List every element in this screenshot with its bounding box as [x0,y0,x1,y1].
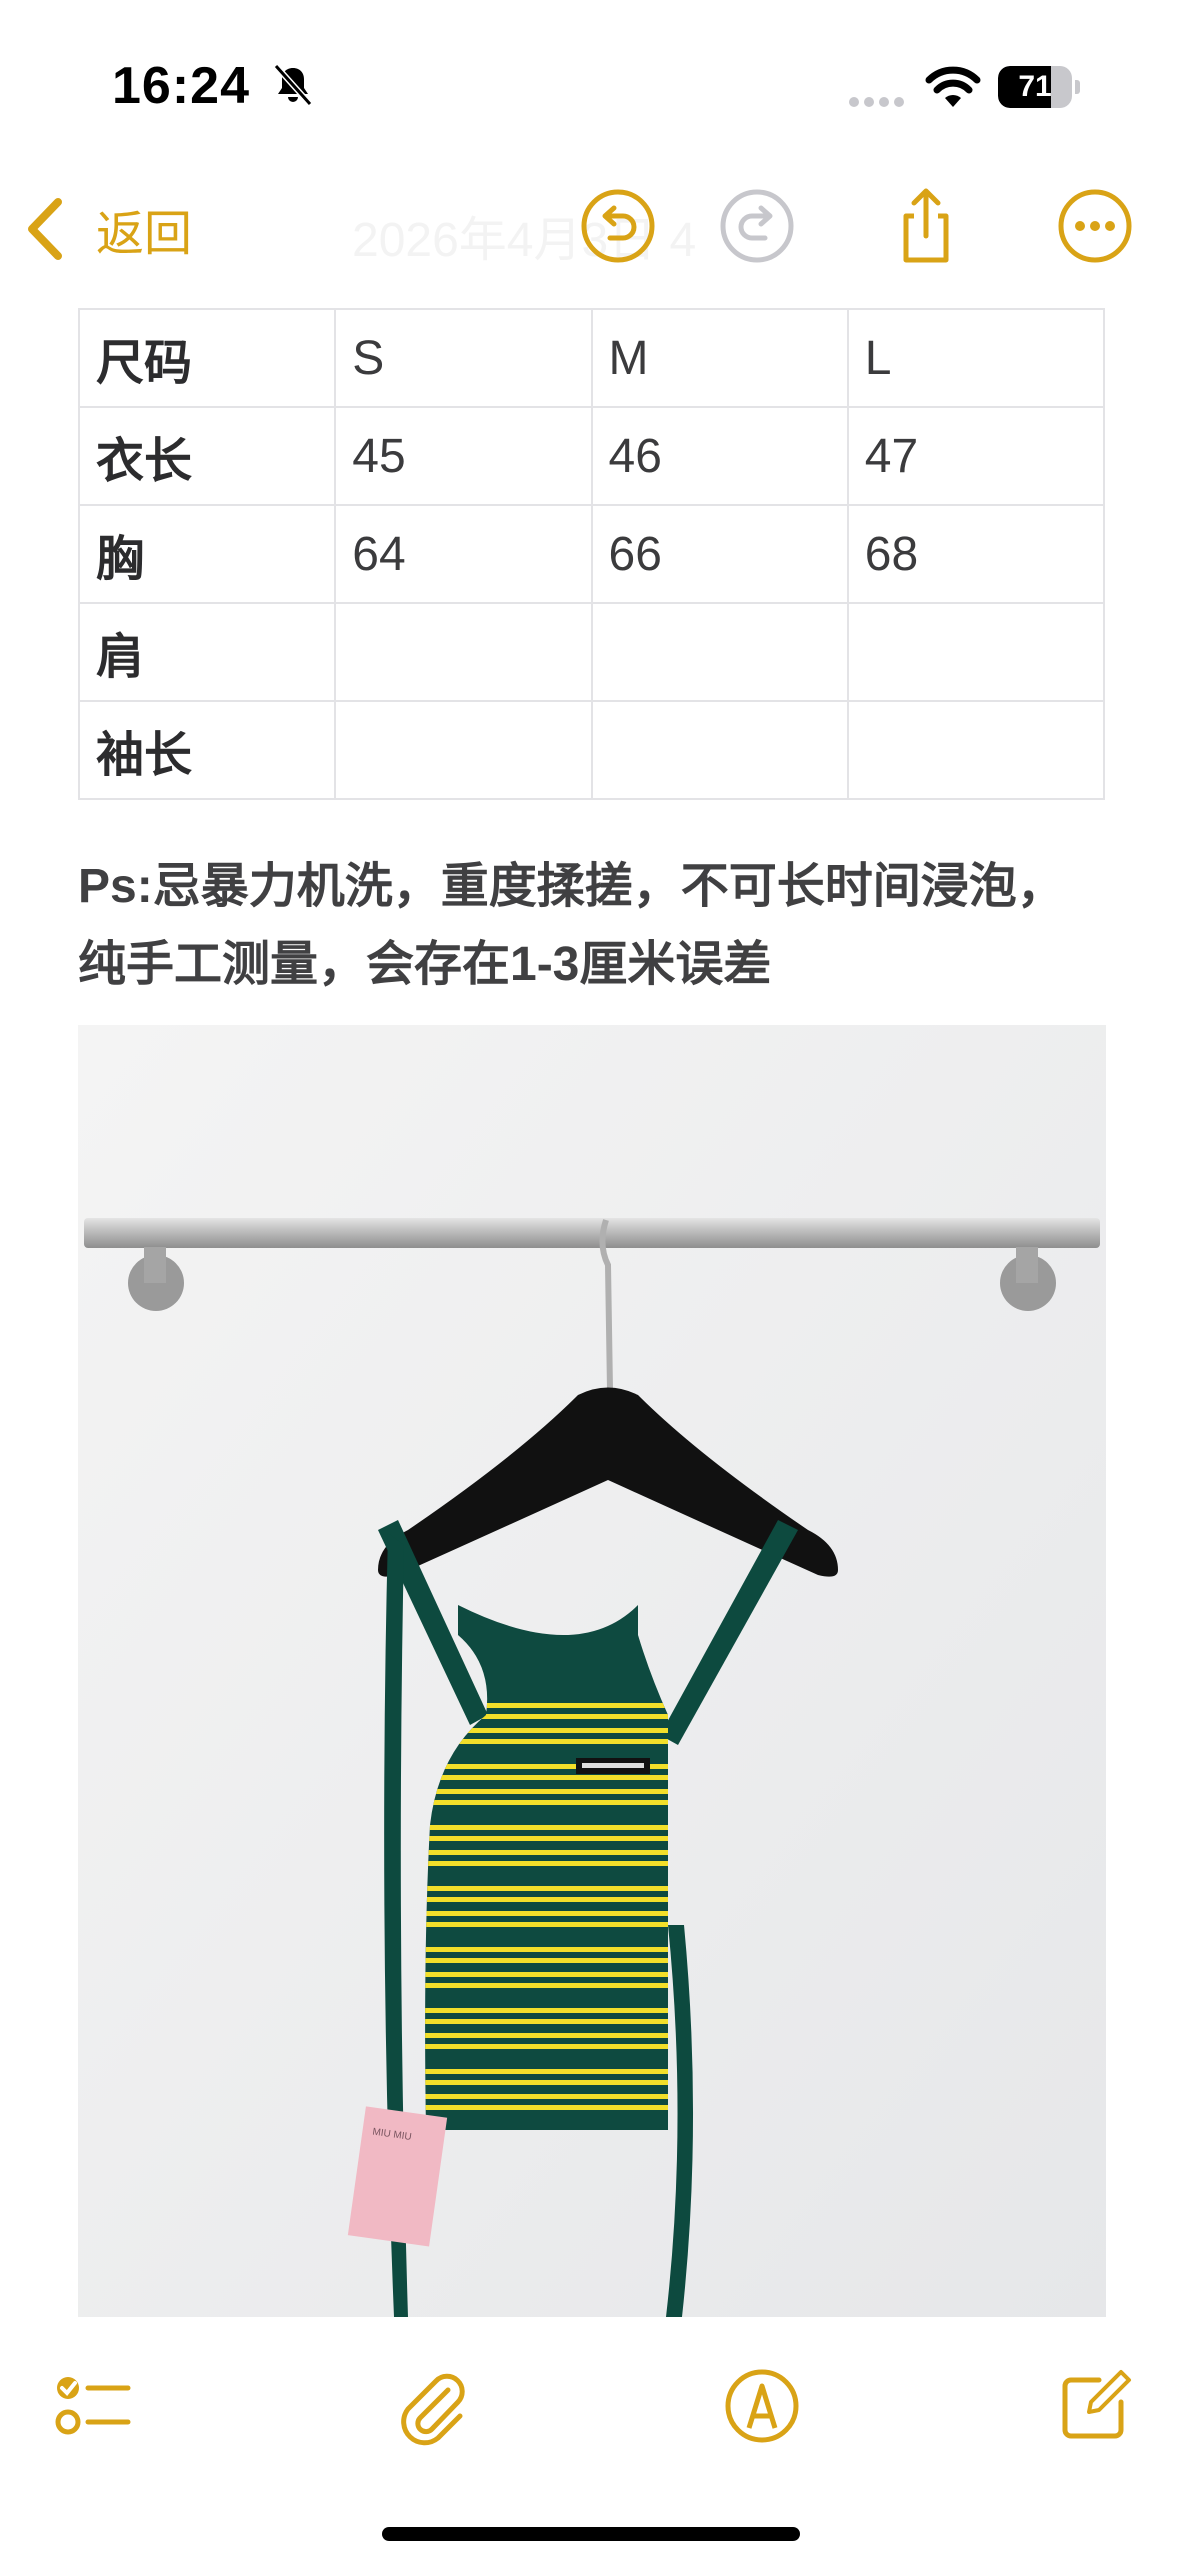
note-body-text[interactable]: Ps:忌暴力机洗，重度揉搓，不可长时间浸泡，纯手工测量，会存在1-3厘米误差 [78,848,1105,1004]
knit-stripe [425,1789,668,1794]
wifi-icon [925,66,981,107]
table-cell[interactable] [334,602,593,702]
table-cell[interactable]: 尺码 [77,308,337,408]
cellular-signal-icon [849,97,904,107]
knit-stripe [425,1972,668,1977]
knit-stripe [425,2105,668,2110]
table-cell[interactable]: 66 [590,504,849,604]
share-icon[interactable] [886,186,966,266]
chevron-left-icon [28,198,62,260]
knit-stripe [425,1850,668,1855]
nav-bar: 2026年4月3日 4 返回 [0,170,1179,290]
back-label: 返回 [96,208,193,261]
undo-icon[interactable] [578,186,658,266]
table-header-row: 尺码 S M L [77,308,1106,408]
status-time: 16:24 [112,57,250,115]
table-cell[interactable]: 64 [334,504,593,604]
table-cell[interactable]: 47 [846,406,1106,506]
more-icon[interactable] [1055,186,1135,266]
table-cell[interactable]: M [590,308,849,408]
knit-stripe [425,1800,668,1805]
knit-stripe [425,1947,668,1952]
knit-stripe [425,1861,668,1866]
back-button[interactable]: 返回 [24,192,192,266]
table-cell[interactable]: 45 [334,406,593,506]
compose-icon[interactable] [1055,2366,1135,2446]
table-cell[interactable]: 胸 [77,504,337,604]
knit-stripe [425,1958,668,1963]
bell-slash-icon [273,63,313,107]
table-cell[interactable]: 袖长 [77,700,337,800]
table-cell[interactable] [334,700,593,800]
knit-stripe [425,2033,668,2038]
paperclip-icon[interactable] [392,2366,472,2446]
knit-stripe [425,1922,668,1927]
home-indicator[interactable] [382,2527,800,2541]
product-photo[interactable]: MIU MIU [78,1025,1106,2317]
knit-stripe [425,2069,668,2074]
table-cell[interactable]: L [846,308,1106,408]
battery-icon: 71 [998,66,1080,108]
knit-stripe [425,2094,668,2099]
knit-stripe [425,2044,668,2049]
knit-stripe [425,1911,668,1916]
table-cell[interactable] [846,700,1106,800]
knit-stripe [425,1825,668,1830]
bottom-toolbar [0,2320,1179,2556]
knit-stripe [425,2019,668,2024]
table-cell[interactable] [590,602,849,702]
knit-stripe [425,1983,668,1988]
table-row: 胸 64 66 68 [77,504,1106,604]
knit-stripe [425,2008,668,2013]
redo-icon[interactable] [717,186,797,266]
table-cell[interactable]: 衣长 [77,406,337,506]
checklist-icon[interactable] [52,2366,132,2446]
knit-stripe [425,1886,668,1891]
battery-level: 71 [1018,70,1052,103]
size-table: 尺码 S M L 衣长 45 46 47 胸 64 66 68 肩 袖长 [77,308,1106,800]
markup-pen-icon[interactable] [722,2366,802,2446]
table-cell[interactable] [590,700,849,800]
table-row: 袖长 [77,700,1106,800]
table-cell[interactable]: 46 [590,406,849,506]
table-cell[interactable] [846,602,1106,702]
table-row: 肩 [77,602,1106,702]
table-cell[interactable]: S [334,308,593,408]
knit-stripe [425,2080,668,2085]
table-cell[interactable]: 68 [846,504,1106,604]
table-cell[interactable]: 肩 [77,602,337,702]
knit-stripe [425,1836,668,1841]
status-bar: 16:24 71 [0,0,1179,170]
knit-stripe [425,1897,668,1902]
knit-stripe [425,1775,668,1780]
table-row: 衣长 45 46 47 [77,406,1106,506]
